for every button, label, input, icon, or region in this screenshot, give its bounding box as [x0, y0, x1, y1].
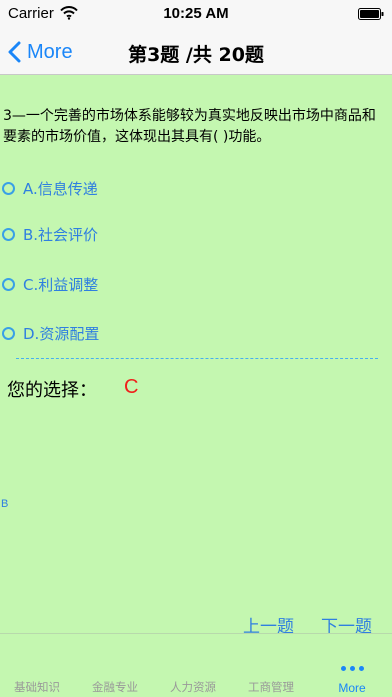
page-title: 第3题 /共 20题: [128, 44, 264, 66]
tab-finance[interactable]: 金融专业: [92, 679, 138, 695]
tab-more-label: More: [338, 681, 366, 695]
tab-basic-knowledge[interactable]: 基础知识: [14, 679, 60, 695]
your-choice-value: C: [124, 376, 139, 398]
question-text: 3—一个完善的市场体系能够较为真实地反映出市场中商品和要素的市场价值，这体现出其…: [3, 108, 376, 145]
option-label: A.信息传递: [23, 180, 98, 198]
radio-icon: [2, 278, 15, 291]
radio-icon: [2, 327, 15, 340]
tab-more[interactable]: More: [330, 666, 374, 695]
radio-icon: [2, 228, 15, 241]
tab-business-management[interactable]: 工商管理: [248, 679, 294, 695]
radio-icon: [2, 182, 15, 195]
tab-bar: 基础知识 金融专业 人力资源 工商管理 More: [0, 633, 392, 697]
option-label: C.利益调整: [23, 276, 99, 294]
option-a[interactable]: A.信息传递: [2, 178, 98, 199]
stray-text: B: [1, 498, 9, 510]
status-bar: Carrier 10:25 AM: [0, 0, 392, 30]
battery-icon: [358, 8, 384, 20]
option-label: B.社会评价: [23, 226, 99, 244]
more-dots-icon: [330, 666, 374, 671]
dashed-divider: [16, 358, 378, 359]
option-b[interactable]: B.社会评价: [2, 224, 98, 245]
option-c[interactable]: C.利益调整: [2, 274, 98, 295]
tab-human-resources[interactable]: 人力资源: [170, 679, 216, 695]
option-label: D.资源配置: [23, 325, 100, 343]
option-d[interactable]: D.资源配置: [2, 323, 99, 344]
navigation-bar: More 第3题 /共 20题: [0, 30, 392, 75]
status-time: 10:25 AM: [163, 5, 229, 22]
your-choice-label: 您的选择：: [7, 380, 97, 401]
